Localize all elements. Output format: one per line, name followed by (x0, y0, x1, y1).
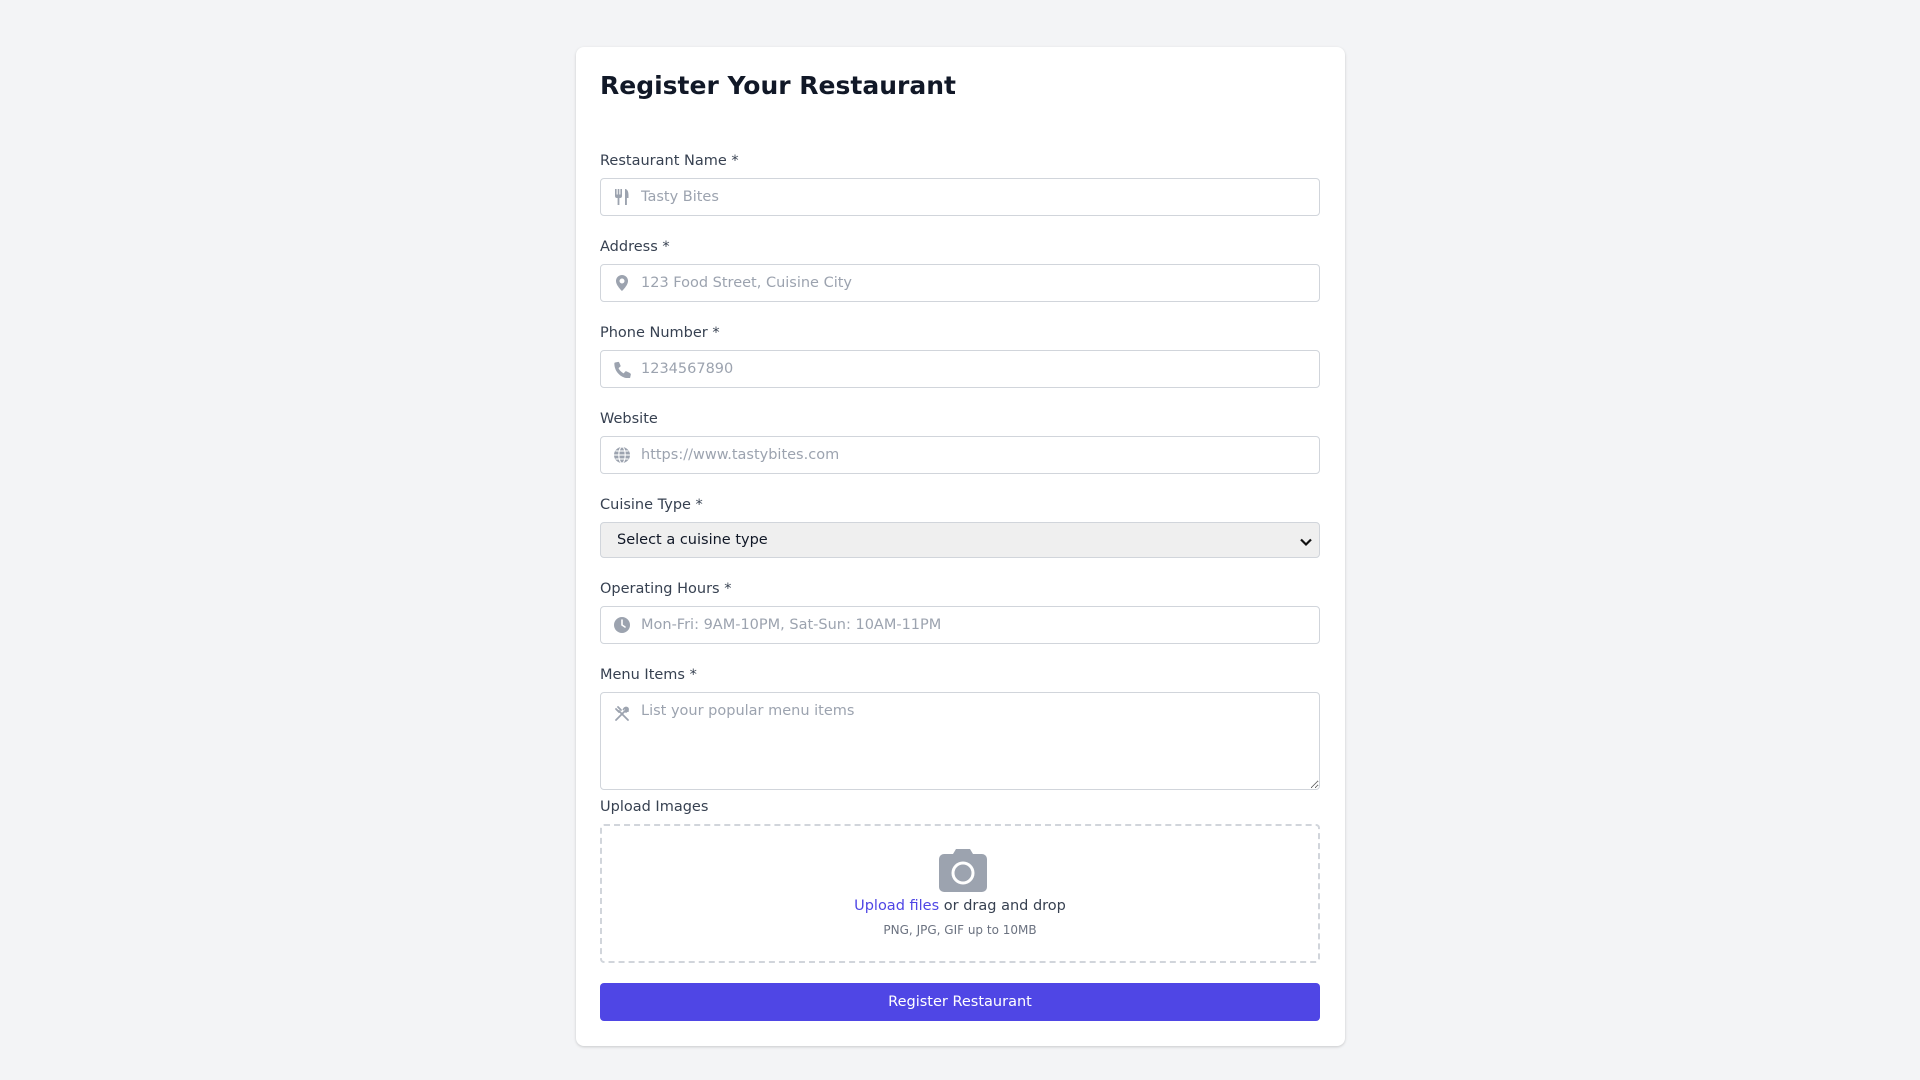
cuisine-field: Cuisine Type * Select a cuisine type (600, 496, 1320, 558)
restaurant-name-box (600, 178, 1320, 216)
address-field: Address * (600, 238, 1320, 302)
cuisine-label: Cuisine Type * (600, 497, 703, 513)
hours-label: Operating Hours * (600, 581, 732, 597)
website-field: Website (600, 410, 1320, 474)
cuisine-select-box: Select a cuisine type (600, 522, 1320, 558)
restaurant-name-label: Restaurant Name * (600, 153, 739, 169)
restaurant-name-input[interactable] (601, 179, 1319, 215)
menu-label: Menu Items * (600, 667, 697, 683)
hours-input[interactable] (601, 607, 1319, 643)
menu-box (600, 692, 1320, 790)
upload-files-link[interactable]: Upload files (854, 898, 939, 914)
website-input[interactable] (601, 437, 1319, 473)
hours-box (600, 606, 1320, 644)
cuisine-select[interactable]: Select a cuisine type (601, 523, 1319, 557)
upload-dropzone[interactable]: Upload files or drag and drop PNG, JPG, … (600, 824, 1320, 963)
restaurant-name-field: Restaurant Name * (600, 152, 1320, 216)
upload-instructions: Upload files or drag and drop (602, 898, 1318, 914)
camera-icon (938, 848, 988, 894)
page-title: Register Your Restaurant (600, 71, 956, 100)
register-restaurant-button[interactable]: Register Restaurant (600, 983, 1320, 1021)
registration-card: Register Your Restaurant Restaurant Name… (576, 47, 1345, 1046)
upload-hint: PNG, JPG, GIF up to 10MB (883, 923, 1037, 937)
menu-field: Menu Items * (600, 666, 1320, 790)
hours-field: Operating Hours * (600, 580, 1320, 644)
images-field: Upload Images Upload files or drag and d… (600, 798, 1320, 963)
phone-input[interactable] (601, 351, 1319, 387)
address-label: Address * (600, 239, 670, 255)
website-box (600, 436, 1320, 474)
upload-drag-text: or drag and drop (939, 898, 1066, 914)
address-input[interactable] (601, 265, 1319, 301)
phone-box (600, 350, 1320, 388)
menu-textarea[interactable] (601, 693, 1319, 789)
website-label: Website (600, 411, 658, 427)
phone-field: Phone Number * (600, 324, 1320, 388)
images-label: Upload Images (600, 799, 709, 815)
phone-label: Phone Number * (600, 325, 720, 341)
address-box (600, 264, 1320, 302)
